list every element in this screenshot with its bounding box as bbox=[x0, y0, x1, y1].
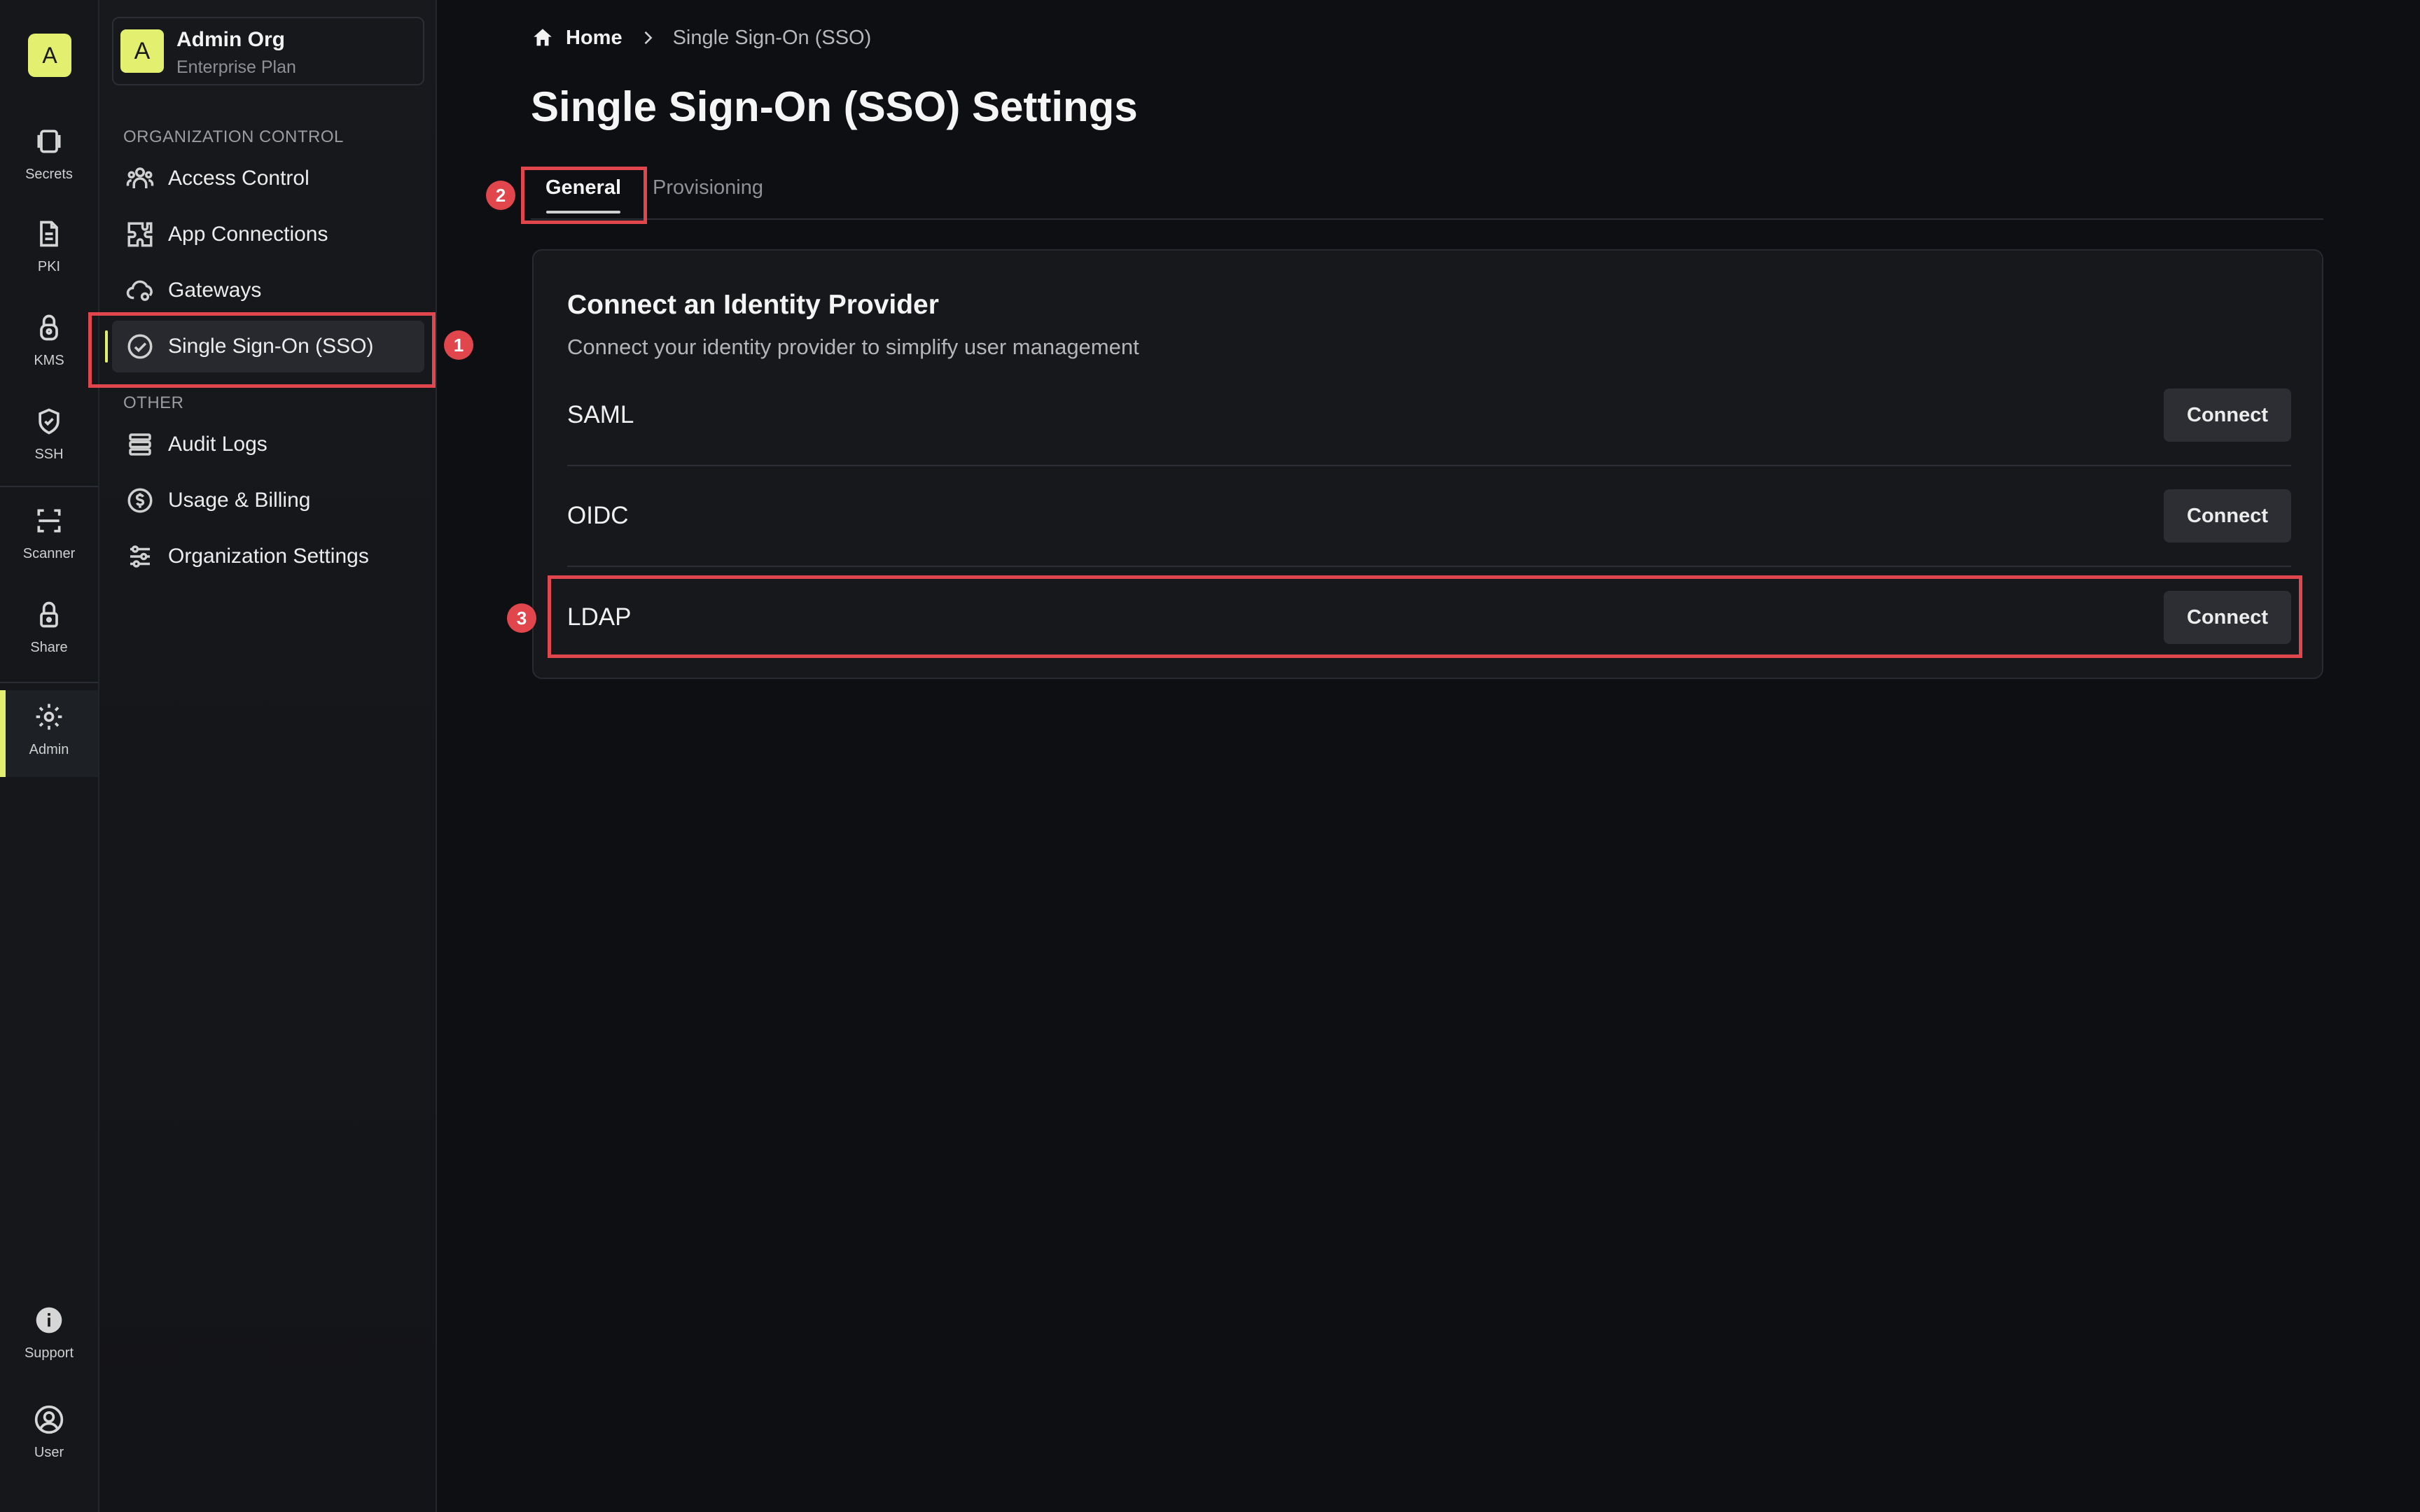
rail-label: PKI bbox=[37, 259, 61, 274]
home-icon bbox=[534, 29, 552, 46]
step-badge-1: 1 bbox=[444, 330, 473, 360]
document-icon bbox=[40, 220, 58, 247]
org-plan: Enterprise Plan bbox=[176, 57, 296, 77]
rail-logo[interactable]: A bbox=[28, 34, 71, 77]
secrets-icon bbox=[37, 130, 61, 153]
dollar-circle-icon bbox=[127, 488, 153, 513]
rail-label: Share bbox=[30, 640, 68, 655]
connect-oidc-button[interactable]: Connect bbox=[2164, 489, 2291, 542]
info-icon bbox=[36, 1307, 62, 1334]
card-subtitle: Connect your identity provider to simpli… bbox=[567, 335, 1139, 359]
sidebar-item-label: Single Sign-On (SSO) bbox=[168, 335, 374, 358]
section-label-other: OTHER bbox=[123, 393, 184, 412]
rail-item-pki[interactable]: PKI bbox=[0, 218, 98, 302]
user-circle-icon bbox=[34, 1405, 64, 1434]
step-badge-2: 2 bbox=[486, 181, 515, 210]
page-title: Single Sign-On (SSO) Settings bbox=[531, 83, 1138, 130]
scan-icon bbox=[37, 509, 61, 533]
rail-label: User bbox=[34, 1445, 64, 1460]
provider-name: SAML bbox=[567, 401, 634, 428]
chevron-right-icon bbox=[644, 31, 653, 45]
lock-key-icon bbox=[40, 314, 58, 341]
list-icon bbox=[129, 433, 151, 456]
provider-name: OIDC bbox=[567, 502, 629, 529]
provider-name: LDAP bbox=[567, 603, 632, 631]
sidebar-item-label: Audit Logs bbox=[168, 433, 267, 456]
tab-provisioning[interactable]: Provisioning bbox=[653, 176, 763, 214]
sidebar-item-label: Organization Settings bbox=[168, 545, 369, 568]
settings-tabs: General Provisioning bbox=[531, 168, 2323, 220]
org-avatar: A bbox=[120, 29, 164, 73]
sidebar-item-label: Usage & Billing bbox=[168, 489, 311, 512]
rail-label: Support bbox=[24, 1345, 74, 1361]
shield-check-icon bbox=[39, 408, 60, 435]
rail-item-user[interactable]: User bbox=[0, 1404, 98, 1488]
tab-general[interactable]: General bbox=[531, 176, 636, 214]
rail-item-scanner[interactable]: Scanner bbox=[0, 505, 98, 589]
puzzle-icon bbox=[127, 222, 153, 247]
rail-label: KMS bbox=[34, 353, 64, 368]
connect-ldap-button[interactable]: Connect bbox=[2164, 591, 2291, 644]
rail-item-admin[interactable]: Admin bbox=[0, 690, 98, 777]
provider-row-oidc: OIDC Connect bbox=[567, 466, 2291, 567]
sidebar-item-gateways[interactable]: Gateways bbox=[112, 265, 424, 316]
sidebar-item-organization-settings[interactable]: Organization Settings bbox=[112, 531, 424, 582]
rail-label: Admin bbox=[29, 742, 69, 757]
users-icon bbox=[126, 167, 154, 188]
rail-item-kms[interactable]: KMS bbox=[0, 312, 98, 396]
identity-provider-card: Connect an Identity Provider Connect you… bbox=[532, 249, 2323, 679]
rail-item-share[interactable]: Share bbox=[0, 599, 98, 683]
gear-icon bbox=[36, 704, 62, 730]
sidebar-item-sso[interactable]: Single Sign-On (SSO) bbox=[105, 321, 424, 372]
breadcrumb-home[interactable]: Home bbox=[566, 27, 623, 50]
sidebar-item-audit-logs[interactable]: Audit Logs bbox=[112, 419, 424, 470]
breadcrumb: Home Single Sign-On (SSO) bbox=[531, 25, 871, 50]
org-switcher[interactable]: A Admin Org Enterprise Plan bbox=[112, 17, 424, 85]
sidebar-item-app-connections[interactable]: App Connections bbox=[112, 209, 424, 260]
section-label-organization-control: ORGANIZATION CONTROL bbox=[123, 127, 344, 146]
sidebar-item-usage-billing[interactable]: Usage & Billing bbox=[112, 475, 424, 526]
rail-divider bbox=[0, 486, 98, 487]
rail-label: Secrets bbox=[25, 167, 73, 182]
app-root: A Secrets PKI KMS SSH Scanner Share Admi… bbox=[0, 0, 2420, 1512]
connect-saml-button[interactable]: Connect bbox=[2164, 388, 2291, 442]
sidebar-item-label: Access Control bbox=[168, 167, 310, 190]
main-content: Home Single Sign-On (SSO) Single Sign-On… bbox=[437, 0, 2420, 1512]
card-title: Connect an Identity Provider bbox=[567, 290, 939, 320]
provider-row-ldap: LDAP Connect bbox=[567, 567, 2291, 668]
rail-item-support[interactable]: Support bbox=[0, 1305, 98, 1389]
provider-row-saml: SAML Connect bbox=[567, 365, 2291, 466]
sidebar-item-label: App Connections bbox=[168, 223, 328, 246]
sliders-icon bbox=[130, 545, 150, 568]
sidebar-item-label: Gateways bbox=[168, 279, 262, 302]
rail-label: Scanner bbox=[22, 546, 76, 561]
admin-sidebar: A Admin Org Enterprise Plan ORGANIZATION… bbox=[99, 0, 437, 1512]
rail-item-ssh[interactable]: SSH bbox=[0, 406, 98, 490]
lock-icon bbox=[40, 601, 58, 628]
step-badge-3: 3 bbox=[507, 603, 536, 633]
breadcrumb-current: Single Sign-On (SSO) bbox=[672, 26, 872, 49]
org-name: Admin Org bbox=[176, 28, 285, 51]
rail-item-secrets[interactable]: Secrets bbox=[0, 126, 98, 210]
rail-divider bbox=[0, 682, 98, 683]
cloud-gear-icon bbox=[126, 280, 153, 301]
rail-label: SSH bbox=[34, 447, 64, 462]
sidebar-item-access-control[interactable]: Access Control bbox=[112, 153, 424, 204]
check-circle-icon bbox=[127, 334, 153, 359]
icon-rail: A Secrets PKI KMS SSH Scanner Share Admi… bbox=[0, 0, 99, 1512]
